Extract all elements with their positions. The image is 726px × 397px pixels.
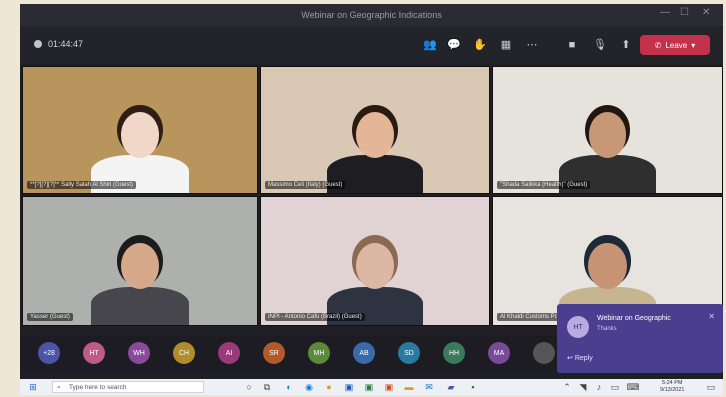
rooms-icon[interactable]: ▦	[498, 37, 514, 53]
network-icon[interactable]: ◥	[576, 381, 590, 393]
taskbar-clock[interactable]: 5:24 PM 9/13/2021	[660, 380, 684, 394]
participant-avatar[interactable]: +28	[38, 342, 60, 364]
share-screen-icon[interactable]: ⬆	[618, 37, 634, 53]
participant-face	[355, 243, 395, 290]
search-placeholder: Type here to search	[69, 384, 127, 391]
participants-icon[interactable]: 👥	[422, 37, 438, 53]
minimize-button[interactable]: —	[660, 7, 670, 18]
app-icon[interactable]: ▪	[466, 381, 480, 393]
teams-window: Webinar on Geographic Indications — ☐ ✕ …	[20, 4, 723, 395]
reply-label: Reply	[574, 355, 593, 362]
clock-date: 9/13/2021	[660, 387, 685, 393]
word-icon[interactable]: ▣	[342, 381, 356, 393]
reply-button[interactable]: ↩ Reply	[567, 354, 593, 362]
show-hidden-icons[interactable]: ⌃	[560, 381, 574, 393]
participant-avatar[interactable]: HT	[83, 342, 105, 364]
chrome-icon[interactable]: ●	[322, 381, 336, 393]
folder-icon[interactable]: ▬	[402, 381, 416, 393]
video-tile[interactable]: INPI - Antonio Cafu (Brazil) (Guest)	[260, 196, 490, 326]
participant-avatar[interactable]: CH	[173, 342, 195, 364]
avatar: HT	[567, 316, 589, 338]
battery-icon[interactable]: ▭	[608, 381, 622, 393]
participant-avatar[interactable]: AB	[353, 342, 375, 364]
more-actions-icon[interactable]: ⋯	[524, 37, 540, 53]
participant-name: Yasser (Guest)	[27, 313, 73, 321]
title-bar: Webinar on Geographic Indications — ☐ ✕	[20, 4, 723, 26]
search-icon: ⌕	[57, 384, 61, 391]
chat-notification[interactable]: HT Webinar on Geographic Thanks ✕ ↩ Repl…	[557, 304, 723, 373]
meeting-toolbar: 01:44:47 👥 💬 ✋ ▦ ⋯ ■ 🎙 ⬆ ✆ Leave ▾	[20, 26, 723, 64]
excel-icon[interactable]: ▣	[362, 381, 376, 393]
notification-title: Webinar on Geographic	[597, 315, 671, 322]
participant-face	[356, 112, 394, 158]
participant-face	[121, 112, 159, 158]
shield-icon	[34, 40, 42, 48]
leave-button[interactable]: ✆ Leave ▾	[640, 35, 710, 55]
chat-icon[interactable]: 💬	[446, 37, 462, 53]
participant-avatar[interactable]	[533, 342, 555, 364]
meeting-timer: 01:44:47	[34, 39, 83, 49]
notification-message: Thanks	[597, 326, 617, 332]
video-tile[interactable]: Massimo Celi (Italy) (Guest)	[260, 66, 490, 194]
video-tile[interactable]: **[?][?][?]** Sally Salah Al Shiri (Gues…	[22, 66, 258, 194]
close-button[interactable]: ✕	[702, 7, 710, 18]
participant-video	[261, 67, 489, 193]
participant-face	[588, 112, 627, 158]
reactions-icon[interactable]: ✋	[472, 37, 488, 53]
participant-video	[261, 197, 489, 325]
participant-name: "Shada Salikka (Health)" (Guest)	[497, 181, 591, 189]
volume-icon[interactable]: ♪	[592, 381, 606, 393]
windows-taskbar: ⊞ ⌕ Type here to search ○ ⧉ ◐ ◉ ● ▣ ▣ ▣ …	[20, 379, 723, 395]
participant-avatar[interactable]: AI	[218, 342, 240, 364]
chevron-down-icon: ▾	[691, 40, 696, 50]
participant-avatar[interactable]: WH	[128, 342, 150, 364]
participant-avatar[interactable]: HH	[443, 342, 465, 364]
windows-start-icon[interactable]: ⊞	[26, 381, 40, 393]
video-tile[interactable]: "Shada Salikka (Health)" (Guest)	[492, 66, 723, 194]
participant-name: **[?][?][?]** Sally Salah Al Shiri (Gues…	[27, 181, 137, 189]
participant-avatar[interactable]: MA	[488, 342, 510, 364]
participant-avatar[interactable]: SR	[263, 342, 285, 364]
video-grid: **[?][?][?]** Sally Salah Al Shiri (Gues…	[20, 64, 723, 332]
notifications-icon[interactable]: ▭	[704, 381, 718, 393]
microphone-icon[interactable]: 🎙	[592, 37, 608, 53]
camera-icon[interactable]: ■	[564, 37, 580, 53]
cortana-icon[interactable]: ○	[242, 381, 256, 393]
leave-label: Leave	[665, 40, 688, 50]
participant-body	[90, 286, 190, 325]
participant-face	[120, 243, 160, 290]
powerpoint-icon[interactable]: ▣	[382, 381, 396, 393]
phone-icon: ✆	[654, 40, 662, 50]
timer-text: 01:44:47	[48, 39, 84, 49]
language-icon[interactable]: ⌨	[626, 381, 640, 393]
window-title: Webinar on Geographic Indications	[301, 10, 442, 20]
outlook-icon[interactable]: ✉	[422, 381, 436, 393]
participant-name: INPI - Antonio Cafu (Brazil) (Guest)	[265, 313, 365, 321]
participant-name: Massimo Celi (Italy) (Guest)	[265, 181, 346, 189]
edge-icon[interactable]: ◐	[282, 381, 296, 393]
task-view-icon[interactable]: ⧉	[260, 381, 274, 393]
participant-avatar[interactable]: SD	[398, 342, 420, 364]
participant-video	[23, 197, 257, 325]
video-tile[interactable]: Yasser (Guest)	[22, 196, 258, 326]
participant-video	[23, 67, 257, 193]
search-input[interactable]: ⌕ Type here to search	[52, 381, 204, 393]
reply-icon: ↩	[567, 355, 573, 362]
participant-face	[588, 243, 627, 290]
close-icon[interactable]: ✕	[708, 312, 715, 321]
clock-time: 5:24 PM	[661, 380, 683, 386]
browser-icon[interactable]: ◉	[302, 381, 316, 393]
participant-video	[493, 67, 722, 193]
teams-icon[interactable]: ▰	[444, 381, 458, 393]
maximize-button[interactable]: ☐	[680, 7, 689, 18]
participant-avatar[interactable]: MH	[308, 342, 330, 364]
